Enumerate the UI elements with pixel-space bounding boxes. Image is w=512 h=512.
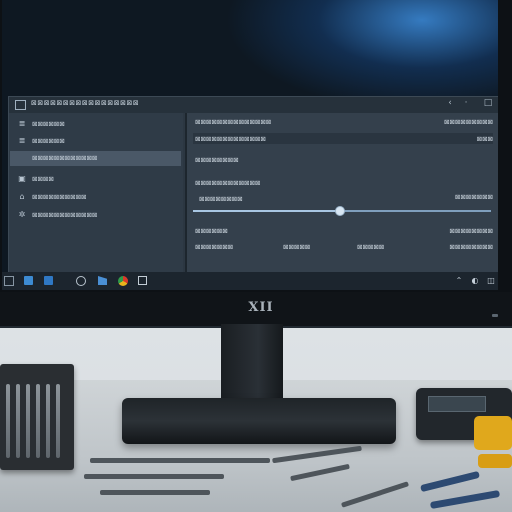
sidebar: ≣ ⊠⊠⊠⊠⊠⊠ ≣ ⊠⊠⊠⊠⊠⊠ ⊠⊠⊠⊠⊠⊠⊠⊠⊠⊠⊠⊠ ▣ ⊠⊠⊠⊠ ⌂: [9, 113, 183, 273]
content-pane: ⊠⊠⊠⊠⊠⊠⊠⊠⊠⊠⊠⊠⊠⊠ ⊠⊠⊠⊠⊠⊠⊠⊠⊠ ⊠⊠⊠⊠⊠⊠⊠⊠⊠⊠⊠⊠⊠ ⊠…: [185, 113, 498, 273]
tray-chevron-icon[interactable]: ⌃: [454, 276, 464, 285]
window-app-icon: [15, 100, 26, 110]
tray-notification-icon[interactable]: ◫: [486, 276, 496, 285]
screwdriver: [26, 384, 30, 458]
sidebar-item-label: ⊠⊠⊠⊠⊠⊠⊠⊠⊠⊠: [32, 193, 87, 201]
tool-bit: [100, 490, 210, 495]
section-heading: ⊠⊠⊠⊠⊠⊠⊠⊠⊠⊠⊠⊠⊠⊠: [195, 118, 272, 126]
sidebar-item-label: ⊠⊠⊠⊠: [32, 175, 54, 183]
maximize-button[interactable]: □: [483, 98, 493, 108]
screwdriver: [6, 384, 10, 458]
display-icon: ▣: [18, 174, 26, 183]
sidebar-item-2[interactable]: ≣ ⊠⊠⊠⊠⊠⊠: [10, 134, 181, 149]
power-indicator: [492, 314, 498, 317]
setting-label: ⊠⊠⊠⊠⊠⊠⊠: [195, 243, 234, 251]
window-title: ⊠⊠⊠⊠⊠⊠⊠⊠⊠⊠⊠⊠⊠⊠⊠⊠⊠: [31, 99, 140, 107]
slider-value-text: ⊠⊠⊠⊠⊠⊠⊠: [454, 193, 493, 201]
edge-icon[interactable]: [76, 276, 86, 286]
sidebar-item-label: ⊠⊠⊠⊠⊠⊠: [32, 137, 65, 145]
screwdriver-set: [0, 364, 74, 470]
home-icon: ⌂: [19, 192, 25, 201]
setting-label: ⊠⊠⊠⊠⊠⊠: [195, 227, 228, 235]
monitor-stand-base: [122, 398, 396, 444]
sidebar-item-5[interactable]: ⌂ ⊠⊠⊠⊠⊠⊠⊠⊠⊠⊠: [10, 190, 181, 205]
section-heading-value: ⊠⊠⊠⊠⊠⊠⊠⊠⊠: [443, 118, 493, 126]
monitor-brand-logo: XII: [248, 300, 274, 315]
slider-label: ⊠⊠⊠⊠⊠⊠⊠⊠: [199, 195, 243, 203]
mail-icon[interactable]: [44, 276, 53, 285]
yellow-tool: [474, 416, 512, 450]
tool-bit: [90, 458, 270, 463]
settings-window: ⊠⊠⊠⊠⊠⊠⊠⊠⊠⊠⊠⊠⊠⊠⊠⊠⊠ ‹ · □ ≣ ⊠⊠⊠⊠⊠⊠ ≣ ⊠⊠⊠⊠⊠…: [8, 96, 498, 274]
monitor: ⊠⊠⊠⊠⊠⊠⊠⊠⊠⊠⊠⊠⊠⊠⊠⊠⊠ ‹ · □ ≣ ⊠⊠⊠⊠⊠⊠ ≣ ⊠⊠⊠⊠⊠…: [0, 0, 512, 328]
list-icon: ≣: [18, 119, 26, 128]
monitor-stand-neck: [221, 324, 283, 404]
start-icon[interactable]: [4, 276, 14, 286]
screwdriver: [36, 384, 40, 458]
store-icon[interactable]: [98, 276, 107, 285]
setting-row-value: ⊠⊠⊠: [476, 135, 493, 143]
back-icon[interactable]: ‹: [445, 98, 455, 108]
taskbar: ⌃ ◐ ◫: [2, 272, 498, 290]
sidebar-item-1[interactable]: ≣ ⊠⊠⊠⊠⊠⊠: [10, 117, 181, 132]
setting-row-label: ⊠⊠⊠⊠⊠⊠⊠⊠⊠⊠⊠⊠⊠: [195, 135, 266, 143]
title-bar: ⊠⊠⊠⊠⊠⊠⊠⊠⊠⊠⊠⊠⊠⊠⊠⊠⊠ ‹ · □: [9, 97, 498, 113]
setting-value: ⊠⊠⊠⊠⊠⊠⊠⊠: [449, 227, 493, 235]
sidebar-item-label: ⊠⊠⊠⊠⊠⊠⊠⊠⊠⊠⊠⊠: [32, 154, 98, 162]
sidebar-item-3-active[interactable]: ⊠⊠⊠⊠⊠⊠⊠⊠⊠⊠⊠⊠: [10, 151, 181, 166]
gear-icon: ✲: [18, 210, 26, 219]
multimeter-display: [428, 396, 486, 412]
sidebar-item-6[interactable]: ✲ ⊠⊠⊠⊠⊠⊠⊠⊠⊠⊠⊠⊠: [10, 208, 181, 223]
slider-thumb[interactable]: [335, 206, 346, 216]
list-icon: ≣: [18, 136, 26, 145]
explorer-icon[interactable]: [24, 276, 33, 285]
setting-label: ⊠⊠⊠⊠⊠⊠⊠⊠: [195, 156, 239, 164]
screen: ⊠⊠⊠⊠⊠⊠⊠⊠⊠⊠⊠⊠⊠⊠⊠⊠⊠ ‹ · □ ≣ ⊠⊠⊠⊠⊠⊠ ≣ ⊠⊠⊠⊠⊠…: [2, 0, 498, 290]
screwdriver: [56, 384, 60, 458]
setting-value: ⊠⊠⊠⊠⊠⊠⊠⊠: [449, 243, 493, 251]
setting-label: ⊠⊠⊠⊠⊠⊠⊠⊠⊠⊠⊠⊠: [195, 179, 261, 187]
setting-value: ⊠⊠⊠⊠⊠: [357, 243, 385, 251]
settings-icon[interactable]: [138, 276, 147, 285]
minimize-button[interactable]: ·: [461, 98, 471, 108]
screwdriver: [16, 384, 20, 458]
sidebar-item-label: ⊠⊠⊠⊠⊠⊠: [32, 120, 65, 128]
tool-bit: [84, 474, 224, 479]
chrome-icon[interactable]: [118, 276, 128, 286]
setting-value: ⊠⊠⊠⊠⊠: [283, 243, 311, 251]
screwdriver: [46, 384, 50, 458]
yellow-tool: [478, 454, 512, 468]
sidebar-item-4[interactable]: ▣ ⊠⊠⊠⊠: [10, 172, 181, 187]
sidebar-item-label: ⊠⊠⊠⊠⊠⊠⊠⊠⊠⊠⊠⊠: [32, 211, 98, 219]
slider-fill: [193, 210, 340, 212]
tray-volume-icon[interactable]: ◐: [470, 276, 480, 285]
